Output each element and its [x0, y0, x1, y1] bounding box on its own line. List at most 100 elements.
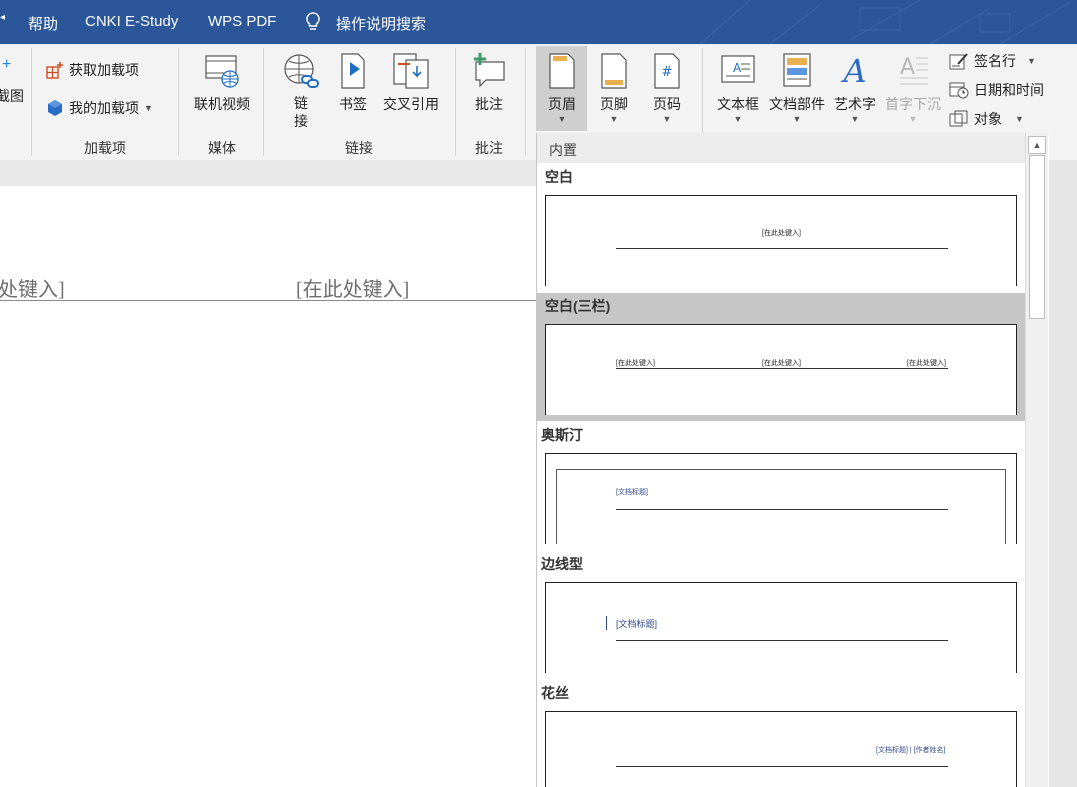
page-number-label: 页码	[653, 96, 681, 112]
lightbulb-icon[interactable]	[304, 11, 322, 37]
link-globe-icon	[284, 54, 319, 88]
object-label: 对象	[974, 111, 1002, 127]
online-video-button[interactable]: 联机视频	[189, 52, 255, 114]
quick-parts-button[interactable]: 文档部件 ▼	[766, 52, 828, 124]
chevron-down-icon: ▼	[733, 114, 743, 124]
textbox-label: 文本框	[717, 96, 759, 112]
gallery-item-blank-three-column[interactable]: [在此处键入] [在此处键入] [在此处键入]	[545, 324, 1017, 415]
tab-wps-pdf[interactable]: WPS PDF	[208, 13, 276, 30]
scroll-left-arrow-icon[interactable]: ◂	[0, 12, 5, 23]
header-rule	[616, 248, 948, 249]
tab-help[interactable]: 帮助	[28, 13, 58, 34]
link-label: 链接	[294, 95, 308, 129]
group-label-comments: 批注	[475, 140, 503, 156]
chevron-down-icon: ▼	[792, 114, 802, 124]
placeholder-text: [文档标题]	[616, 619, 658, 629]
footer-icon	[601, 53, 627, 89]
my-addins-button[interactable]: 我的加载项 ▼	[46, 98, 153, 118]
header-placeholder-left[interactable]: 处键入]	[0, 273, 65, 302]
svg-text:A: A	[840, 52, 866, 90]
online-video-label: 联机视频	[194, 96, 250, 112]
chevron-down-icon[interactable]: ▼	[1027, 56, 1036, 66]
header-icon	[549, 53, 575, 89]
placeholder-text: [在此处键入]	[907, 360, 946, 367]
footer-button[interactable]: 页脚 ▼	[592, 52, 636, 124]
title-bar-pattern	[699, 0, 1071, 44]
svg-text:A: A	[900, 55, 915, 80]
page-number-icon: #	[654, 53, 680, 89]
page-number-button[interactable]: # 页码 ▼	[645, 52, 689, 124]
textbox-icon: A	[721, 55, 755, 83]
drop-cap-label: 首字下沉	[885, 96, 941, 112]
header-rule	[616, 640, 948, 641]
document-area[interactable]: 处键入] [在此处键入]	[0, 160, 536, 787]
object-icon	[949, 110, 968, 127]
header-rule	[616, 766, 948, 767]
screenshot-label: 截图	[0, 88, 24, 104]
header-gallery-dropdown: 内置 空白 [在此处键入] 空白(三栏) [在此处键入] [在此处键入] [在此…	[536, 133, 1049, 787]
date-time-button[interactable]: 日期和时间	[949, 80, 1044, 100]
gallery-item-blank[interactable]: [在此处键入]	[545, 195, 1017, 286]
quick-parts-icon	[783, 53, 811, 87]
footer-label: 页脚	[600, 96, 628, 112]
svg-text:A: A	[733, 61, 742, 75]
bookmark-icon	[341, 53, 365, 89]
date-time-label: 日期和时间	[974, 82, 1044, 98]
screenshot-button[interactable]: + 截图	[0, 56, 24, 106]
link-button[interactable]: 链接	[279, 52, 323, 130]
header-rule	[616, 509, 948, 510]
wordart-icon: A	[840, 52, 866, 90]
header-label: 页眉	[548, 96, 576, 112]
scroll-up-arrow-icon[interactable]: ▲	[1028, 136, 1046, 154]
chevron-down-icon[interactable]: ▼	[144, 103, 153, 113]
header-divider-line	[0, 300, 536, 301]
signature-pen-icon	[949, 53, 968, 70]
gallery-item-filigree[interactable]: [文档标题] | [作者姓名]	[545, 711, 1017, 787]
cross-reference-button[interactable]: 交叉引用	[380, 52, 442, 114]
group-label-media: 媒体	[208, 140, 236, 156]
calendar-clock-icon	[949, 82, 969, 99]
scrollbar-thumb[interactable]	[1029, 155, 1045, 319]
placeholder-text: [在此处键入]	[762, 360, 801, 367]
new-comment-button[interactable]: 批注	[467, 52, 511, 114]
tab-cnki-estudy[interactable]: CNKI E-Study	[85, 13, 178, 30]
signature-line-button[interactable]: 签名行 ▼	[949, 51, 1036, 71]
addin-cube-icon	[48, 100, 62, 116]
chevron-down-icon[interactable]: ▼	[1015, 114, 1024, 124]
bookmark-button[interactable]: 书签	[333, 52, 373, 114]
gallery-scrollbar[interactable]: ▲	[1025, 133, 1048, 787]
sideline-bar	[606, 616, 607, 630]
gallery-item-title: 奥斯汀	[541, 427, 583, 443]
placeholder-text: [文档标题]	[616, 489, 648, 496]
cross-reference-label: 交叉引用	[383, 96, 439, 112]
my-addins-label: 我的加载项	[69, 100, 139, 116]
header-button[interactable]: 页眉 ▼	[538, 52, 586, 124]
svg-text:#: #	[662, 65, 673, 80]
tell-me-search[interactable]: 操作说明搜索	[336, 13, 426, 34]
header-rule	[616, 368, 948, 369]
right-margin-strip	[1048, 160, 1077, 787]
drop-cap-button[interactable]: A 首字下沉 ▼	[882, 52, 944, 124]
chevron-down-icon: ▼	[850, 114, 860, 124]
get-addins-label: 获取加载项	[69, 62, 139, 78]
placeholder-text: [文档标题] | [作者姓名]	[876, 747, 946, 754]
quick-parts-label: 文档部件	[769, 96, 825, 112]
gallery-item-title: 空白	[545, 169, 573, 185]
group-label-addins: 加载项	[84, 140, 126, 156]
title-bar: ◂ 帮助 CNKI E-Study WPS PDF 操作说明搜索	[0, 0, 1077, 44]
gallery-item-sideline[interactable]: [文档标题]	[545, 582, 1017, 673]
textbox-button[interactable]: A 文本框 ▼	[713, 52, 763, 124]
chevron-down-icon: ▼	[557, 114, 567, 124]
gallery-item-austin[interactable]: [文档标题]	[545, 453, 1017, 544]
document-top-bar	[0, 160, 536, 186]
get-addins-button[interactable]: 获取加载项	[46, 60, 139, 80]
signature-line-label: 签名行	[974, 53, 1016, 69]
gallery-item-title: 空白(三栏)	[545, 298, 611, 314]
austin-frame	[556, 469, 1006, 544]
object-button[interactable]: 对象 ▼	[949, 109, 1024, 129]
chevron-down-icon: ▼	[662, 114, 672, 124]
chevron-down-icon: ▼	[609, 114, 619, 124]
header-placeholder-center[interactable]: [在此处键入]	[296, 273, 409, 302]
section-label: 内置	[549, 142, 577, 158]
wordart-button[interactable]: A 艺术字 ▼	[831, 52, 879, 124]
